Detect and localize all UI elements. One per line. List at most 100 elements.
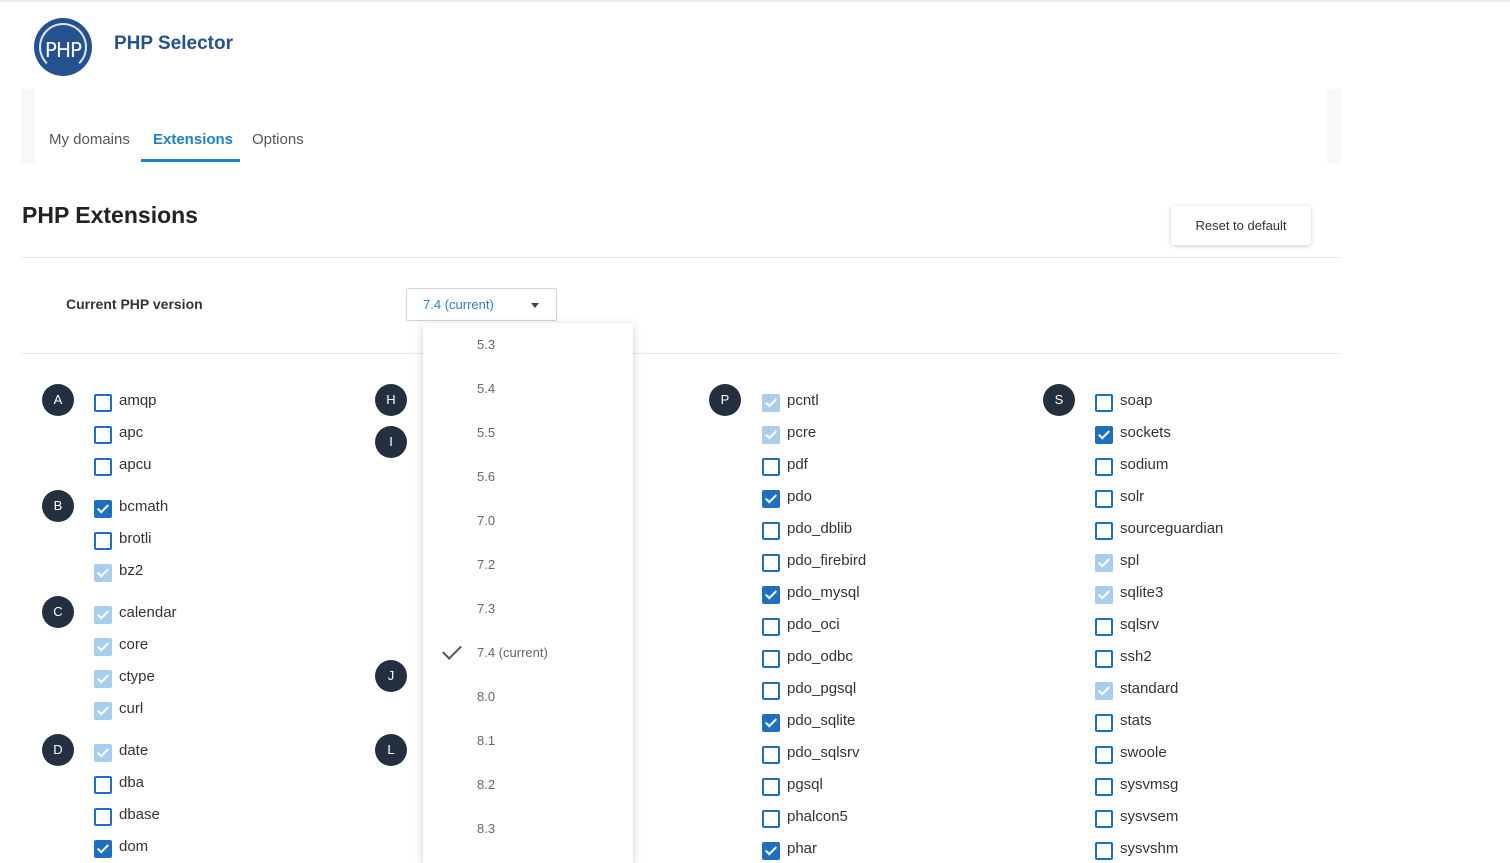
letter-badge-h: H xyxy=(375,384,407,416)
extension-label: dom xyxy=(119,838,149,855)
version-option[interactable]: 5.4 xyxy=(423,367,633,411)
letter-badge-d: D xyxy=(42,734,74,766)
version-option[interactable]: 5.5 xyxy=(423,411,633,455)
extension-label: pdo_mysql xyxy=(787,584,860,601)
version-option-label: 8.3 xyxy=(477,821,496,836)
extension-checkbox[interactable] xyxy=(1095,650,1113,668)
checkmark-icon xyxy=(764,427,778,440)
version-option[interactable]: 8.0 xyxy=(423,675,633,719)
version-option[interactable]: 5.6 xyxy=(423,455,633,499)
checkmark-icon xyxy=(96,703,110,716)
extension-checkbox[interactable] xyxy=(94,776,112,794)
extension-checkbox[interactable] xyxy=(94,500,112,518)
extension-checkbox[interactable] xyxy=(94,394,112,412)
extension-checkbox[interactable] xyxy=(762,586,780,604)
checkmark-icon xyxy=(1097,683,1111,696)
extension-checkbox[interactable] xyxy=(762,522,780,540)
extension-label: calendar xyxy=(119,604,177,621)
extension-checkbox xyxy=(94,744,112,762)
extension-checkbox xyxy=(94,670,112,688)
extension-checkbox[interactable] xyxy=(94,840,112,858)
php-version-select[interactable]: 7.4 (current) xyxy=(406,288,557,321)
letter-badge-j: J xyxy=(375,660,407,692)
extension-checkbox[interactable] xyxy=(762,554,780,572)
extension-label: phalcon5 xyxy=(787,808,848,825)
extension-label: dbase xyxy=(119,806,160,823)
extension-label: pdo_sqlsrv xyxy=(787,744,860,761)
extension-checkbox[interactable] xyxy=(1095,426,1113,444)
extension-label: apc xyxy=(119,424,144,441)
version-option-label: 8.2 xyxy=(477,777,496,792)
divider xyxy=(21,257,1341,258)
checkmark-icon xyxy=(1097,555,1111,568)
extension-checkbox[interactable] xyxy=(762,842,780,860)
caret-down-icon xyxy=(531,303,539,308)
reset-to-default-button[interactable]: Reset to default xyxy=(1171,206,1311,245)
page-title: PHP Extensions xyxy=(22,202,198,228)
extension-checkbox[interactable] xyxy=(1095,522,1113,540)
extension-checkbox[interactable] xyxy=(762,650,780,668)
extension-checkbox[interactable] xyxy=(94,426,112,444)
extension-checkbox[interactable] xyxy=(1095,394,1113,412)
version-option[interactable]: 5.3 xyxy=(423,323,633,367)
extension-checkbox[interactable] xyxy=(94,808,112,826)
extension-checkbox[interactable] xyxy=(762,810,780,828)
checkmark-icon xyxy=(764,491,778,504)
extension-checkbox[interactable] xyxy=(762,458,780,476)
letter-badge-c: C xyxy=(42,596,74,628)
extension-checkbox[interactable] xyxy=(1095,778,1113,796)
tab-my-domains[interactable]: My domains xyxy=(49,131,130,148)
extension-checkbox[interactable] xyxy=(762,618,780,636)
extension-label: pdf xyxy=(787,456,808,473)
extension-checkbox[interactable] xyxy=(94,458,112,476)
extension-label: pdo_odbc xyxy=(787,648,853,665)
version-option[interactable]: 7.3 xyxy=(423,587,633,631)
extension-checkbox[interactable] xyxy=(1095,490,1113,508)
extension-label: brotli xyxy=(119,530,152,547)
extension-checkbox[interactable] xyxy=(762,682,780,700)
version-option[interactable]: 7.4 (current) xyxy=(423,631,633,675)
tab-extensions[interactable]: Extensions xyxy=(153,131,233,148)
version-option-label: 5.6 xyxy=(477,469,496,484)
extension-checkbox xyxy=(94,606,112,624)
php-logo: PHP xyxy=(34,18,92,76)
active-tab-indicator xyxy=(141,159,240,162)
extension-checkbox[interactable] xyxy=(1095,618,1113,636)
extension-label: amqp xyxy=(119,392,157,409)
extension-checkbox[interactable] xyxy=(762,746,780,764)
version-option[interactable]: 8.2 xyxy=(423,763,633,807)
tab-options[interactable]: Options xyxy=(252,131,304,148)
extension-label: pgsql xyxy=(787,776,823,793)
extension-checkbox[interactable] xyxy=(1095,714,1113,732)
extension-label: stats xyxy=(1120,712,1152,729)
extension-label: phar xyxy=(787,840,818,857)
extension-checkbox[interactable] xyxy=(762,778,780,796)
logo-text: PHP xyxy=(44,38,82,62)
checkmark-icon xyxy=(96,841,110,854)
extension-label: curl xyxy=(119,700,144,717)
extension-label: bz2 xyxy=(119,562,144,579)
php-version-dropdown: 5.3 5.4 5.5 5.6 7.0 7.2 7.3 7.4 (current) 8.0 8.1… xyxy=(423,323,633,863)
checkmark-icon xyxy=(1097,427,1111,440)
extension-checkbox[interactable] xyxy=(1095,842,1113,860)
extension-checkbox[interactable] xyxy=(1095,746,1113,764)
version-option[interactable]: 7.2 xyxy=(423,543,633,587)
extension-checkbox xyxy=(94,638,112,656)
version-option-label: 8.1 xyxy=(477,733,496,748)
extension-label: sourceguardian xyxy=(1120,520,1224,537)
version-option[interactable]: 8.3 xyxy=(423,807,633,851)
extension-checkbox[interactable] xyxy=(94,532,112,550)
extension-checkbox[interactable] xyxy=(762,490,780,508)
extension-label: pdo_pgsql xyxy=(787,680,857,697)
extension-checkbox[interactable] xyxy=(1095,458,1113,476)
top-divider xyxy=(0,0,1510,2)
version-option[interactable]: 8.1 xyxy=(423,719,633,763)
checkmark-icon xyxy=(96,565,110,578)
checkmark-icon xyxy=(96,671,110,684)
version-option[interactable]: 7.0 xyxy=(423,499,633,543)
extension-checkbox[interactable] xyxy=(1095,810,1113,828)
extension-label: dba xyxy=(119,774,145,791)
extension-label: sockets xyxy=(1120,424,1171,441)
extension-checkbox xyxy=(1095,554,1113,572)
extension-checkbox[interactable] xyxy=(762,714,780,732)
